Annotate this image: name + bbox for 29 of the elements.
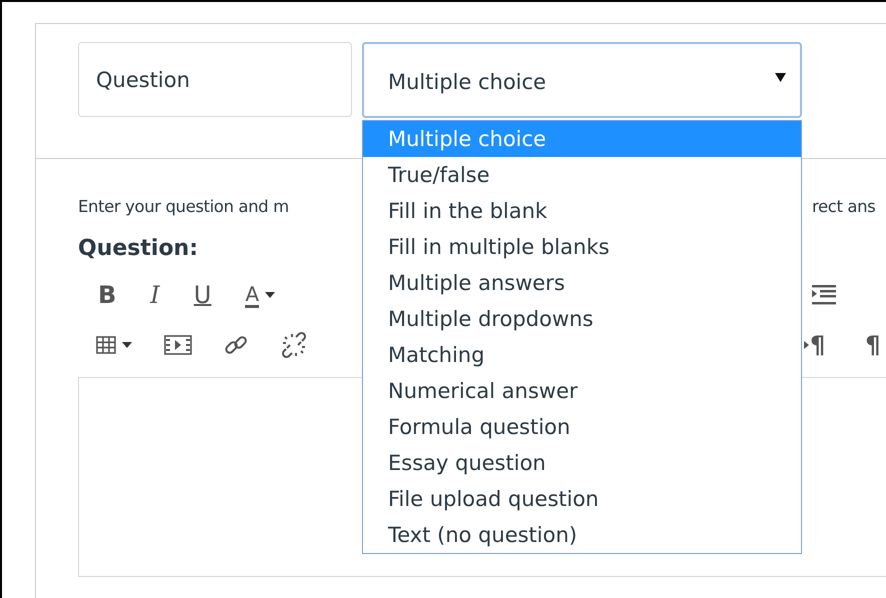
right-to-left-button[interactable]: ¶ <box>865 331 881 359</box>
dropdown-option[interactable]: File upload question <box>363 481 801 517</box>
dropdown-option[interactable]: Multiple answers <box>363 265 801 301</box>
question-heading: Question: <box>78 236 200 261</box>
caret-icon <box>265 292 276 298</box>
link-icon[interactable] <box>224 333 248 357</box>
table-icon[interactable] <box>96 336 116 354</box>
instruction-text: rect ans <box>811 196 876 216</box>
instruction-text: Enter your question and m <box>78 196 290 216</box>
dropdown-option[interactable]: Essay question <box>363 445 801 481</box>
media-icon[interactable] <box>164 335 192 355</box>
italic-button[interactable]: I <box>150 281 160 309</box>
dropdown-option[interactable]: Matching <box>363 337 801 373</box>
dropdown-option[interactable]: Numerical answer <box>363 373 801 409</box>
dropdown-option[interactable]: Fill in multiple blanks <box>363 229 801 265</box>
dropdown-option[interactable]: True/false <box>363 157 801 193</box>
question-name-field[interactable]: Question <box>78 42 352 117</box>
dropdown-option[interactable]: Fill in the blank <box>363 193 801 229</box>
dropdown-option[interactable]: Text (no question) <box>363 517 801 553</box>
dropdown-option[interactable]: Formula question <box>363 409 801 445</box>
caret-icon <box>122 342 132 348</box>
underline-button[interactable]: U <box>194 281 212 309</box>
unlink-icon[interactable] <box>280 331 308 359</box>
bold-button[interactable]: B <box>98 281 116 309</box>
dropdown-option[interactable]: Multiple dropdowns <box>363 301 801 337</box>
indent-icon[interactable] <box>812 285 836 305</box>
question-type-select[interactable]: Multiple choice <box>362 42 802 118</box>
text-color-button[interactable]: A <box>245 282 260 308</box>
dropdown-caret-icon <box>775 72 786 82</box>
